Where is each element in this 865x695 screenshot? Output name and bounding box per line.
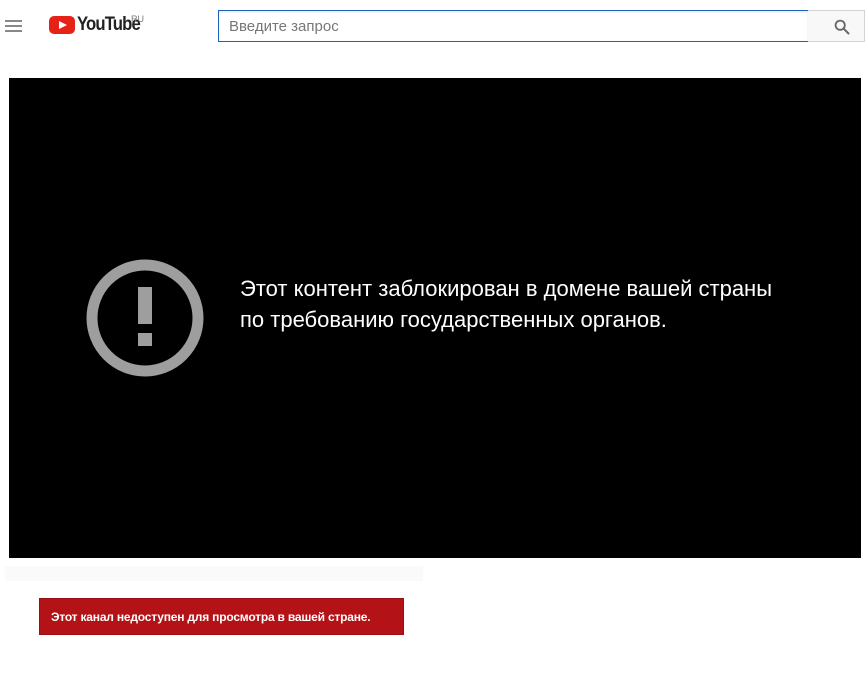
hamburger-line [5,20,22,22]
region-label: RU [131,14,144,24]
play-logo-icon [49,16,75,34]
video-player[interactable]: Этот контент заблокирован в домене вашей… [9,78,861,558]
channel-unavailable-alert: Этот канал недоступен для просмотра в ва… [39,598,404,635]
video-info-placeholder [5,566,423,581]
exclamation-alert-icon [86,259,204,377]
search-button[interactable] [808,10,865,42]
guide-menu-button[interactable] [0,12,28,40]
search-box [218,10,809,42]
hamburger-line [5,25,22,27]
hamburger-line [5,30,22,32]
search-input[interactable] [219,11,808,41]
player-error-message: Этот контент заблокирован в домене вашей… [240,276,773,332]
masthead: YouTube RU [0,0,865,50]
search-icon [834,19,850,35]
